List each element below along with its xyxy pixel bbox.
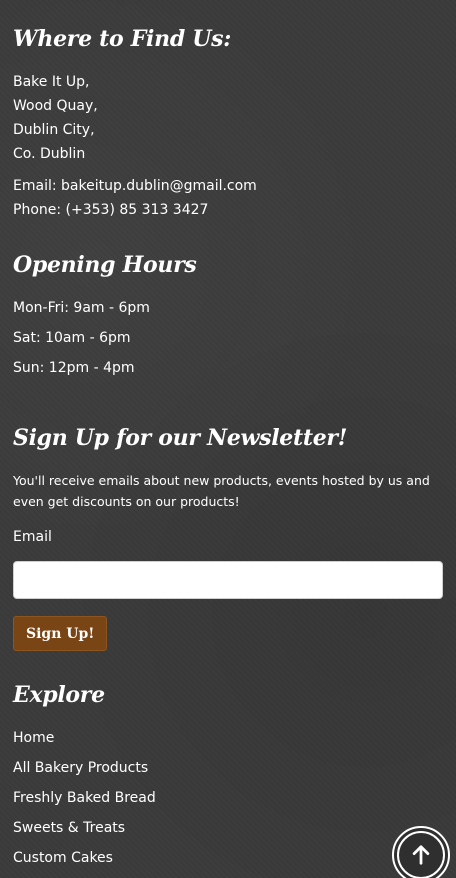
- address-line: Wood Quay,: [13, 98, 98, 114]
- contact-block: Email: bakeitup.dublin@gmail.com Phone: …: [13, 174, 257, 222]
- newsletter-description: You'll receive emails about new products…: [13, 473, 430, 509]
- explore-heading: Explore: [13, 682, 105, 708]
- hours-row: Sun: 12pm - 4pm: [13, 360, 135, 376]
- home-link[interactable]: Home: [13, 730, 54, 746]
- address-line: Dublin City,: [13, 122, 95, 138]
- email-text: Email: bakeitup.dublin@gmail.com: [13, 178, 257, 194]
- list-item: Custom Cakes: [13, 846, 156, 876]
- opening-hours-list: Mon-Fri: 9am - 6pm Sat: 10am - 6pm Sun: …: [13, 296, 150, 386]
- hours-row: Mon-Fri: 9am - 6pm: [13, 300, 150, 316]
- list-item: Freshly Baked Bread: [13, 786, 156, 816]
- phone-text: Phone: (+353) 85 313 3427: [13, 202, 209, 218]
- sweets-treats-link[interactable]: Sweets & Treats: [13, 820, 125, 836]
- address-line: Co. Dublin: [13, 146, 86, 162]
- opening-hours-heading: Opening Hours: [13, 252, 197, 278]
- list-item: Home: [13, 726, 156, 756]
- list-item: Sweets & Treats: [13, 816, 156, 846]
- find-us-heading: Where to Find Us:: [13, 26, 232, 52]
- newsletter-heading: Sign Up for our Newsletter!: [13, 425, 348, 451]
- list-item: All Bakery Products: [13, 756, 156, 786]
- freshly-baked-bread-link[interactable]: Freshly Baked Bread: [13, 790, 156, 806]
- sign-up-button[interactable]: Sign Up!: [13, 616, 108, 651]
- email-field[interactable]: [13, 561, 443, 599]
- arrow-up-icon: [412, 845, 430, 865]
- custom-cakes-link[interactable]: Custom Cakes: [13, 850, 113, 866]
- back-to-top-ring: [397, 831, 445, 878]
- address-block: Bake It Up, Wood Quay, Dublin City, Co. …: [13, 70, 98, 166]
- address-line: Bake It Up,: [13, 74, 90, 90]
- email-label: Email: [13, 529, 52, 545]
- back-to-top-button[interactable]: [392, 826, 450, 878]
- all-bakery-products-link[interactable]: All Bakery Products: [13, 760, 148, 776]
- explore-links: Home All Bakery Products Freshly Baked B…: [13, 726, 156, 876]
- hours-row: Sat: 10am - 6pm: [13, 330, 131, 346]
